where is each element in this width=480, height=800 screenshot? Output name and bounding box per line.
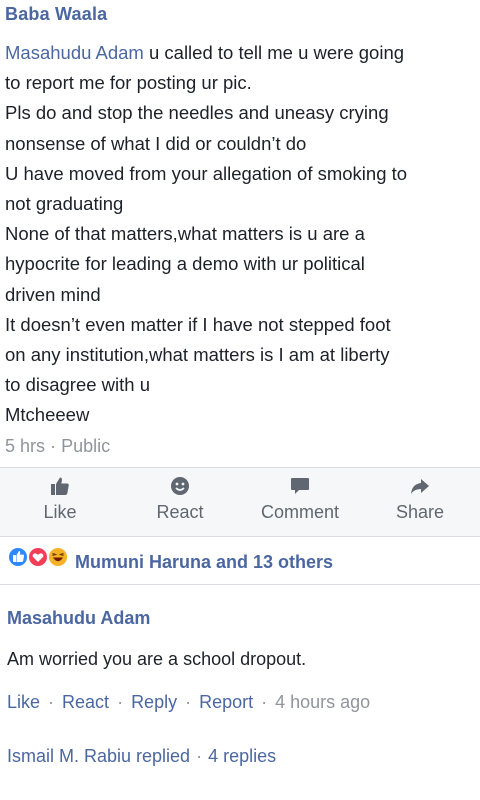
post-line-13: Mtcheeew	[5, 404, 90, 426]
post-line-4: nonsense of what I did or couldn’t do	[5, 132, 307, 154]
post-meta: 5 hrs · Public	[5, 436, 110, 457]
post-author-name[interactable]: Baba Waala	[5, 4, 107, 24]
dot-separator: ·	[261, 692, 268, 712]
post-line-11: on any institution,what matters is I am …	[5, 344, 390, 366]
replier-text[interactable]: Ismail M. Rabiu replied	[7, 746, 190, 766]
haha-icon	[48, 547, 68, 567]
post-line-6: not graduating	[5, 193, 124, 215]
post-line-7: None of that matters,what matters is u a…	[5, 223, 365, 245]
share-button[interactable]: Share	[360, 468, 480, 536]
post-line-3: Pls do and stop the needles and uneasy c…	[5, 102, 389, 124]
comment-time: 4 hours ago	[275, 692, 371, 712]
reactions-names[interactable]: Mumuni Haruna and 13 others	[75, 552, 333, 573]
like-button[interactable]: Like	[0, 468, 120, 536]
comment-button[interactable]: Comment	[240, 468, 360, 536]
post-line-5: U have moved from your allegation of smo…	[5, 162, 408, 184]
react-button[interactable]: React	[120, 468, 240, 536]
post-line-10: It doesn’t even matter if I have not ste…	[5, 313, 391, 335]
mention-link[interactable]: Masahudu Adam	[5, 42, 144, 63]
dot-separator: ·	[117, 692, 124, 712]
like-label: Like	[43, 502, 77, 522]
love-icon	[28, 547, 48, 567]
replies-count[interactable]: 4 replies	[208, 746, 276, 766]
dot-separator: ·	[48, 692, 55, 712]
post-action-bar: Like React Comment Share	[0, 468, 480, 536]
dot-separator: ·	[185, 692, 192, 712]
dot-separator: ·	[196, 746, 203, 766]
meta-separator: ·	[50, 436, 57, 456]
view-replies-link[interactable]: Ismail M. Rabiu replied · 4 replies	[7, 746, 276, 767]
react-label: React	[156, 502, 204, 522]
divider	[0, 584, 480, 585]
like-icon	[8, 547, 28, 567]
smiley-icon	[170, 476, 190, 501]
thumbs-up-icon	[50, 476, 70, 501]
comment-like-link[interactable]: Like	[7, 692, 40, 712]
comment-actions: Like · React · Reply · Report · 4 hours ago	[7, 692, 370, 713]
comment-author[interactable]: Masahudu Adam	[7, 608, 150, 629]
post-line-8: hypocrite for leading a demo with ur pol…	[5, 253, 365, 275]
divider	[0, 536, 480, 537]
reaction-icons	[7, 545, 69, 569]
post-line-2: to report me for posting ur pic.	[5, 72, 252, 94]
share-label: Share	[395, 502, 445, 522]
post-body: Masahudu Adam u called to tell me u were…	[5, 38, 475, 431]
post-privacy: Public	[61, 436, 111, 456]
comment-react-link[interactable]: React	[62, 692, 109, 712]
comment-label: Comment	[260, 502, 340, 522]
post-time[interactable]: 5 hrs	[5, 436, 45, 456]
comment-bubble-icon	[290, 476, 310, 501]
post-line-1: Masahudu Adam u called to tell me u were…	[5, 42, 405, 63]
comment-report-link[interactable]: Report	[199, 692, 253, 712]
post-line-12: to disagree with u	[5, 374, 151, 396]
post-line-9: driven mind	[5, 283, 101, 305]
post-author[interactable]: Baba Waala	[5, 4, 107, 25]
share-arrow-icon	[410, 476, 430, 501]
comment-reply-link[interactable]: Reply	[131, 692, 177, 712]
comment-text: Am worried you are a school dropout.	[7, 649, 307, 669]
